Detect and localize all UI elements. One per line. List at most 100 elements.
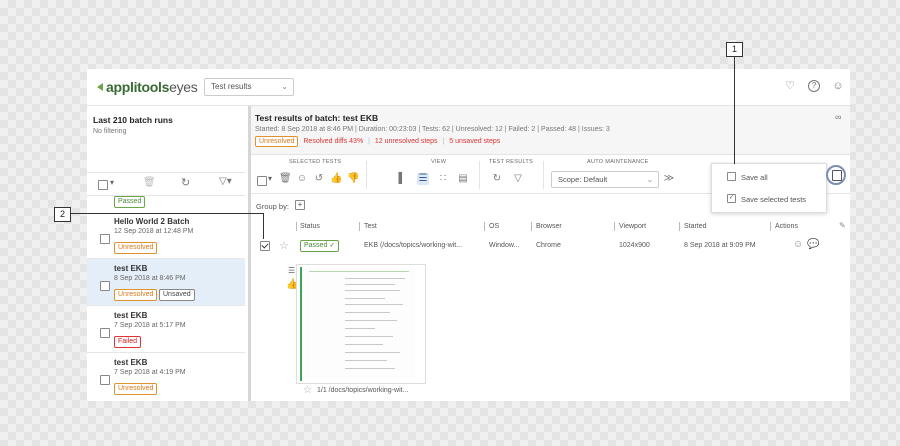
status-text: Passed xyxy=(304,242,328,249)
save-all-label: Save all xyxy=(741,173,768,182)
resolved-diffs: Resolved diffs 43% xyxy=(303,138,364,145)
batch-name: test EKB xyxy=(114,311,148,320)
column-divider xyxy=(770,222,771,231)
step-menu-icon[interactable]: ☰ xyxy=(288,266,295,275)
status-badge: Failed xyxy=(114,336,142,348)
test-row-checkbox[interactable] xyxy=(260,241,270,251)
save-selected-menu-item[interactable]: ✓ Save selected tests xyxy=(712,190,826,208)
user-settings-icon[interactable]: ☺ xyxy=(832,80,844,92)
toolbar-divider xyxy=(543,161,544,189)
column-os[interactable]: OS xyxy=(489,223,499,230)
list-view-icon[interactable]: ☰ xyxy=(417,173,429,185)
column-test[interactable]: Test xyxy=(364,223,377,230)
column-divider xyxy=(679,222,680,231)
doc-line xyxy=(345,368,395,369)
batch-list-item-selected[interactable]: test EKB 8 Sep 2018 at 8:46 PM Unresolve… xyxy=(87,259,245,306)
check-icon: ✓ xyxy=(329,242,336,249)
refresh-icon[interactable]: ↻ xyxy=(491,173,503,185)
status-badge: Unresolved xyxy=(255,136,299,147)
share-icon[interactable]: ∞ xyxy=(835,112,841,122)
column-actions: Actions xyxy=(775,223,798,230)
batch-list-title: Last 210 batch runs xyxy=(93,115,173,125)
rerun-icon[interactable]: ↺ xyxy=(313,173,325,185)
assign-user-icon[interactable]: ☺ xyxy=(296,173,308,185)
save-menu: Save all ✓ Save selected tests xyxy=(711,163,827,213)
test-name[interactable]: EKB (/docs/topics/working-wit... xyxy=(364,242,462,249)
save-icon xyxy=(832,170,842,181)
scope-select[interactable]: Scope: Default ⌄ xyxy=(551,171,659,188)
batch-list-item[interactable]: test EKB 7 Sep 2018 at 4:19 PM Unresolve… xyxy=(87,353,245,399)
trash-icon[interactable]: 🗑 xyxy=(279,173,292,185)
doc-line xyxy=(345,284,395,285)
test-results-panel: Test results of batch: test EKB Started:… xyxy=(251,106,850,401)
step-status-bar xyxy=(300,267,302,381)
batch-name: Hello World 2 Batch xyxy=(114,217,190,226)
doc-line xyxy=(345,360,387,361)
callout-line-1 xyxy=(734,57,735,164)
batch-list-item[interactable]: Hello World 2 Batch 12 Sep 2018 at 12:48… xyxy=(87,212,245,259)
save-all-menu-item[interactable]: Save all xyxy=(712,168,826,186)
logo-text: applitools xyxy=(106,79,170,95)
unsaved-steps-link[interactable]: 5 unsaved steps xyxy=(449,138,500,145)
status-badge: Passed xyxy=(114,196,146,208)
chevron-down-icon[interactable]: ▾ xyxy=(268,174,272,183)
toolbar-divider xyxy=(479,161,480,189)
view-select[interactable]: Test results ⌄ xyxy=(204,78,294,96)
batch-list-item[interactable]: test EKB 7 Sep 2018 at 5:17 PM Failed xyxy=(87,306,245,353)
comment-icon[interactable]: 💬 xyxy=(807,239,819,250)
batch-list-panel: Last 210 batch runs No filtering ▾ 🗑 ↻ ▽… xyxy=(87,106,251,401)
chart-view-icon[interactable]: ▌ xyxy=(396,173,408,185)
edit-columns-icon[interactable]: ✎ xyxy=(839,221,846,230)
help-icon[interactable]: ? xyxy=(808,80,820,92)
batch-checkbox[interactable] xyxy=(100,281,110,291)
test-row[interactable]: ☆ Passed ✓ EKB (/docs/topics/working-wit… xyxy=(251,238,850,254)
select-all-checkbox[interactable] xyxy=(98,180,108,190)
thumbs-down-icon[interactable]: 👎 xyxy=(347,173,359,185)
filter-icon[interactable]: ▽ xyxy=(512,173,524,185)
group-title-selected-tests: SELECTED TESTS xyxy=(289,159,342,165)
doc-line xyxy=(345,352,400,353)
step-caption: 1/1 /docs/topics/working-wit... xyxy=(317,387,409,394)
star-icon[interactable]: ☆ xyxy=(279,239,289,252)
save-button[interactable] xyxy=(826,165,846,185)
chevron-down-icon[interactable]: ▾ xyxy=(110,178,114,187)
group-title-test-results: TEST RESULTS xyxy=(489,159,534,165)
filter-icon[interactable]: ▽▾ xyxy=(219,176,232,187)
auto-maintenance-icon[interactable]: ≫ xyxy=(663,173,675,185)
column-started[interactable]: Started xyxy=(684,223,707,230)
column-divider xyxy=(484,222,485,231)
group-title-auto-maintenance: AUTO MAINTENANCE xyxy=(587,159,649,165)
bell-icon[interactable]: ♡ xyxy=(784,80,796,92)
grid-view-icon[interactable]: ∷ xyxy=(437,173,449,185)
chevron-down-icon: ⌄ xyxy=(281,82,288,91)
test-started: 8 Sep 2018 at 9:09 PM xyxy=(684,242,756,249)
assign-user-icon[interactable]: ☺ xyxy=(793,239,803,250)
batch-checkbox[interactable] xyxy=(100,234,110,244)
column-browser[interactable]: Browser xyxy=(536,223,562,230)
batch-date: 7 Sep 2018 at 4:19 PM xyxy=(114,369,186,376)
batch-checkbox[interactable] xyxy=(100,328,110,338)
details-view-icon[interactable]: ▤ xyxy=(457,173,469,185)
doc-line xyxy=(345,328,375,329)
star-icon[interactable]: ☆ xyxy=(303,385,312,396)
trash-icon[interactable]: 🗑 xyxy=(143,177,156,188)
column-viewport[interactable]: Viewport xyxy=(619,223,646,230)
callout-label-1: 1 xyxy=(726,42,743,57)
batch-checkbox[interactable] xyxy=(100,375,110,385)
batch-stats: Started: 8 Sep 2018 at 8:46 PM | Duratio… xyxy=(255,126,610,133)
refresh-icon[interactable]: ↻ xyxy=(181,176,190,189)
add-group-icon[interactable]: + xyxy=(295,200,305,210)
column-status[interactable]: Status xyxy=(300,223,320,230)
unsaved-badge: Unsaved xyxy=(159,289,195,301)
batch-name: test EKB xyxy=(114,358,148,367)
batch-filter-status: No filtering xyxy=(93,128,127,135)
unresolved-steps-link[interactable]: 12 unresolved steps xyxy=(375,138,438,145)
thumbs-up-icon[interactable]: 👍 xyxy=(330,173,342,185)
applitools-logo[interactable]: applitoolseyes xyxy=(97,79,198,95)
column-divider xyxy=(531,222,532,231)
select-all-tests-checkbox[interactable] xyxy=(257,176,267,186)
batch-list-toolbar: ▾ 🗑 ↻ ▽▾ xyxy=(87,172,245,196)
step-thumbnail[interactable] xyxy=(296,264,426,384)
batch-info-header: Test results of batch: test EKB Started:… xyxy=(251,106,850,155)
step-screenshot xyxy=(305,268,415,378)
